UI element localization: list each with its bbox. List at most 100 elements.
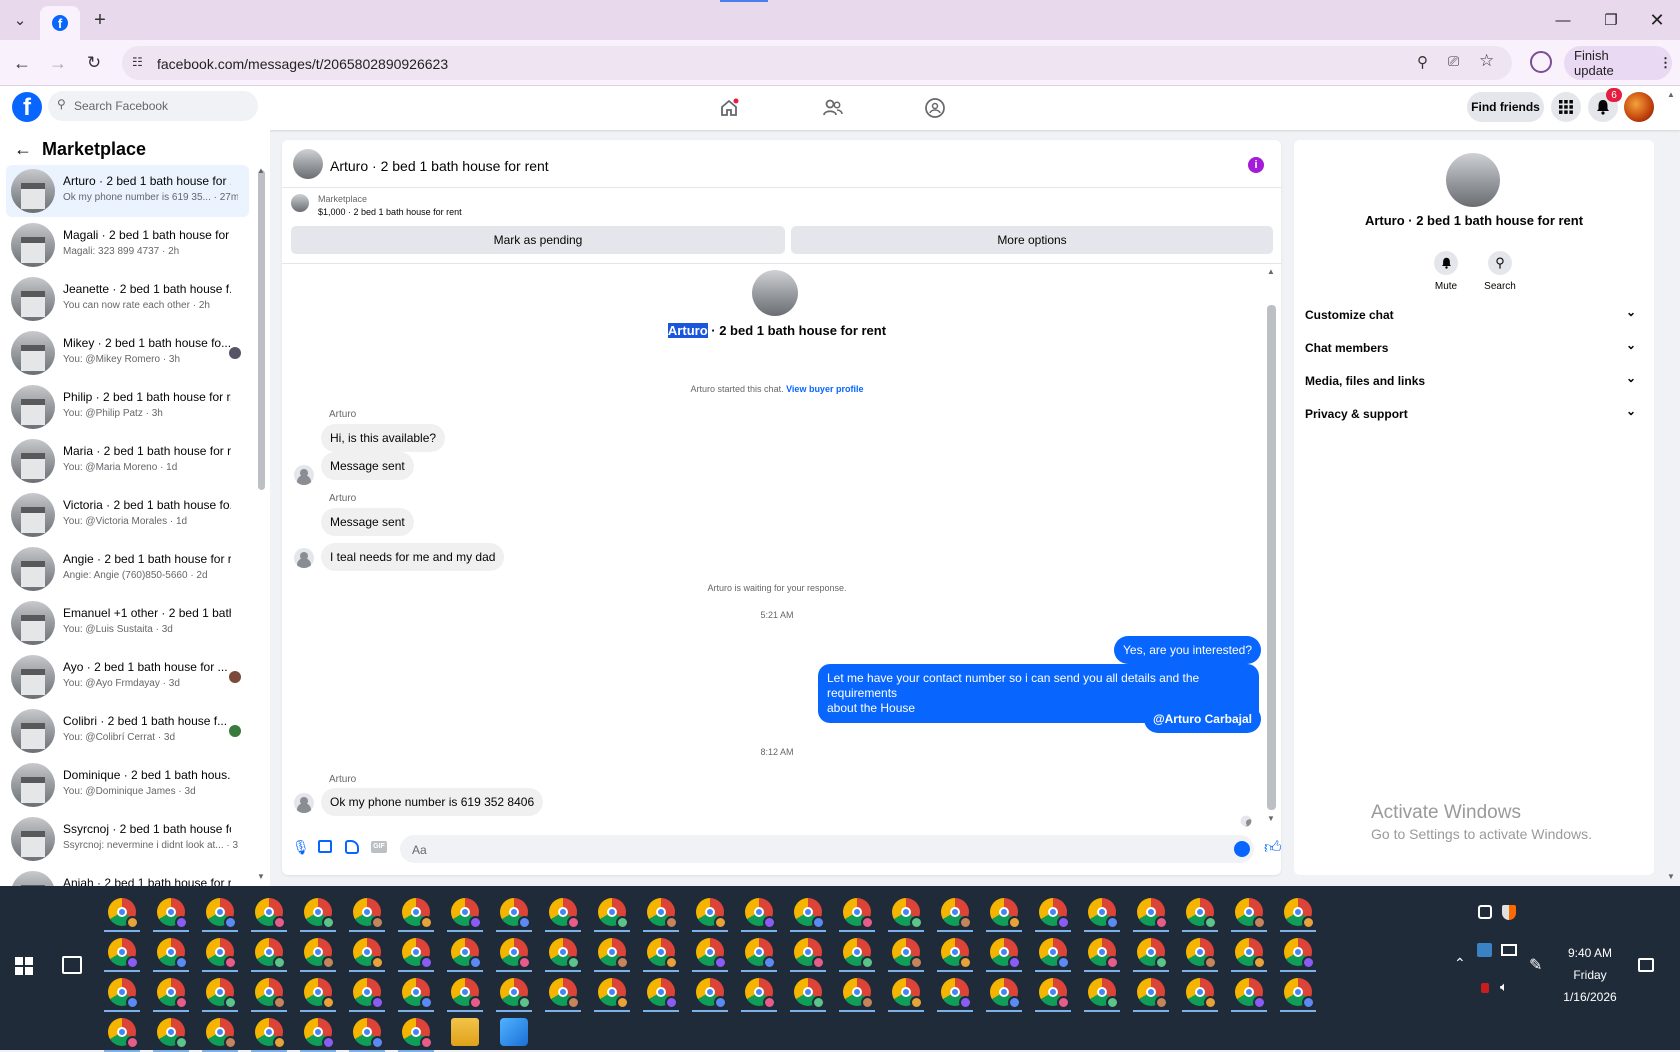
chrome-profile-icon[interactable]	[794, 938, 825, 969]
chrome-profile-icon[interactable]	[206, 1018, 237, 1049]
task-view-icon[interactable]	[62, 956, 82, 974]
chrome-profile-icon[interactable]	[892, 938, 923, 969]
chrome-profile-icon[interactable]	[304, 938, 335, 969]
show-hidden-icons-chevron-icon[interactable]: ⌃	[1454, 955, 1466, 972]
chrome-profile-icon[interactable]	[500, 938, 531, 969]
customize-chat-section[interactable]: Customize chat ⌄	[1305, 299, 1640, 329]
conversation-item[interactable]: Mikey · 2 bed 1 bath house fo... You: @Mi…	[6, 327, 249, 379]
chrome-profile-icon[interactable]	[402, 898, 433, 929]
chrome-profile-icon[interactable]	[1186, 978, 1217, 1009]
tray-app-icon[interactable]	[1481, 983, 1489, 993]
chrome-profile-icon[interactable]	[1284, 938, 1315, 969]
page-scroll-up-arrow-icon[interactable]: ▲	[1667, 90, 1675, 99]
chrome-profile-icon[interactable]	[108, 978, 139, 1009]
conversation-item[interactable]: Philip · 2 bed 1 bath house for r... You:…	[6, 381, 249, 433]
chrome-profile-icon[interactable]	[892, 978, 923, 1009]
mark-as-pending-button[interactable]: Mark as pending	[291, 226, 785, 254]
chat-title[interactable]: Arturo · 2 bed 1 bath house for rent	[330, 158, 549, 174]
chrome-profile-icon[interactable]	[1284, 898, 1315, 929]
chrome-profile-icon[interactable]	[1088, 898, 1119, 929]
chrome-profile-icon[interactable]	[794, 898, 825, 929]
media-files-links-section[interactable]: Media, files and links ⌄	[1305, 365, 1640, 395]
site-info-icon[interactable]: ☷	[132, 55, 148, 71]
chrome-profile-icon[interactable]	[1137, 898, 1168, 929]
chrome-profile-icon[interactable]	[647, 978, 678, 1009]
chrome-profile-icon[interactable]	[255, 978, 286, 1009]
photo-icon[interactable]	[318, 840, 332, 853]
microphone-icon[interactable]: 🎙︎	[292, 839, 310, 856]
chrome-profile-icon[interactable]	[304, 978, 335, 1009]
chrome-profile-icon[interactable]	[598, 898, 629, 929]
incoming-message[interactable]: I teal needs for me and my dad	[321, 543, 505, 571]
find-friends-button[interactable]: Find friends	[1467, 92, 1544, 122]
chrome-profile-icon[interactable]	[794, 978, 825, 1009]
chrome-profile-icon[interactable]	[843, 978, 874, 1009]
view-buyer-profile-link[interactable]: View buyer profile	[786, 384, 863, 394]
back-arrow-icon[interactable]: ←	[10, 51, 34, 75]
chrome-profile-icon[interactable]	[157, 938, 188, 969]
emoji-icon[interactable]	[1234, 841, 1250, 857]
volume-icon[interactable]: 🔈︎	[1500, 979, 1508, 995]
tray-app-icon[interactable]	[1477, 943, 1492, 957]
chrome-profile-icon[interactable]	[206, 938, 237, 969]
install-app-icon[interactable]: ⎚	[1448, 53, 1459, 70]
chrome-profile-icon[interactable]	[549, 938, 580, 969]
menu-grid-icon[interactable]	[1551, 92, 1581, 122]
conversation-item[interactable]: Dominique · 2 bed 1 bath hous... You: @Do…	[6, 759, 249, 811]
mute-bell-icon[interactable]	[1434, 251, 1458, 275]
mute-label[interactable]: Mute	[1421, 281, 1471, 292]
chrome-profile-icon[interactable]	[1235, 938, 1266, 969]
chrome-profile-icon[interactable]	[304, 1018, 335, 1049]
privacy-support-section[interactable]: Privacy & support ⌄	[1305, 398, 1640, 428]
chrome-profile-icon[interactable]	[941, 898, 972, 929]
bookmark-star-icon[interactable]: ☆	[1479, 51, 1494, 71]
chrome-profile-icon[interactable]	[1235, 978, 1266, 1009]
search-label[interactable]: Search	[1475, 281, 1525, 292]
chrome-profile-icon[interactable]	[157, 978, 188, 1009]
reload-icon[interactable]: ↻	[82, 51, 106, 75]
chrome-profile-icon[interactable]	[402, 978, 433, 1009]
conversation-item[interactable]: Jeanette · 2 bed 1 bath house f... You ca…	[6, 273, 249, 325]
new-tab-plus-icon[interactable]: +	[88, 8, 112, 32]
chrome-profile-icon[interactable]	[255, 1018, 286, 1049]
scroll-down-arrow-icon[interactable]: ▼	[257, 872, 265, 881]
chrome-profile-icon[interactable]	[1039, 938, 1070, 969]
chrome-profile-icon[interactable]	[696, 978, 727, 1009]
chrome-profile-icon[interactable]	[941, 938, 972, 969]
chrome-profile-icon[interactable]	[402, 1018, 433, 1049]
chrome-profile-icon[interactable]	[1186, 898, 1217, 929]
chrome-profile-icon[interactable]	[1235, 898, 1266, 929]
chrome-profile-icon[interactable]	[451, 898, 482, 929]
conversation-item[interactable]: Aniah · 2 bed 1 bath house for r...	[6, 867, 249, 886]
chrome-profile-icon[interactable]	[696, 898, 727, 929]
system-clock[interactable]: 9:40 AM Friday 1/16/2026	[1540, 942, 1640, 1008]
conversation-list-scrollbar[interactable]	[258, 170, 265, 490]
page-scroll-down-arrow-icon[interactable]: ▼	[1667, 872, 1675, 881]
thumbs-up-icon[interactable]: 👍︎	[1264, 837, 1281, 858]
listing-thumbnail[interactable]	[291, 194, 309, 212]
chrome-profile-icon[interactable]	[402, 938, 433, 969]
photos-icon[interactable]	[500, 1018, 528, 1046]
chrome-profile-icon[interactable]	[843, 938, 874, 969]
network-icon[interactable]	[1501, 944, 1517, 956]
chrome-profile-icon[interactable]	[990, 898, 1021, 929]
tab-search-chevron-icon[interactable]: ⌄	[8, 8, 32, 32]
notification-center-icon[interactable]	[1638, 958, 1654, 972]
chrome-profile-icon[interactable]	[598, 978, 629, 1009]
friends-icon[interactable]	[818, 93, 848, 123]
scroll-down-arrow-icon[interactable]: ▼	[1267, 814, 1275, 823]
chrome-profile-icon[interactable]	[1039, 898, 1070, 929]
outgoing-mention-message[interactable]: @Arturo Carbajal	[1143, 705, 1261, 733]
gif-icon[interactable]: GIF	[371, 841, 387, 853]
groups-icon[interactable]	[920, 93, 950, 123]
chrome-profile-icon[interactable]	[745, 978, 776, 1009]
chrome-profile-icon[interactable]	[1088, 938, 1119, 969]
chrome-profile-icon[interactable]	[1137, 978, 1168, 1009]
tab-facebook[interactable]: f	[40, 6, 80, 40]
chrome-profile-icon[interactable]	[255, 938, 286, 969]
chrome-profile-icon[interactable]	[1186, 938, 1217, 969]
chrome-profile-icon[interactable]	[1137, 938, 1168, 969]
search-facebook-input[interactable]: ⚲ Search Facebook	[48, 91, 258, 121]
conversation-item[interactable]: Arturo · 2 bed 1 bath house for ... Ok my…	[6, 165, 249, 217]
chrome-profile-icon[interactable]	[108, 898, 139, 929]
